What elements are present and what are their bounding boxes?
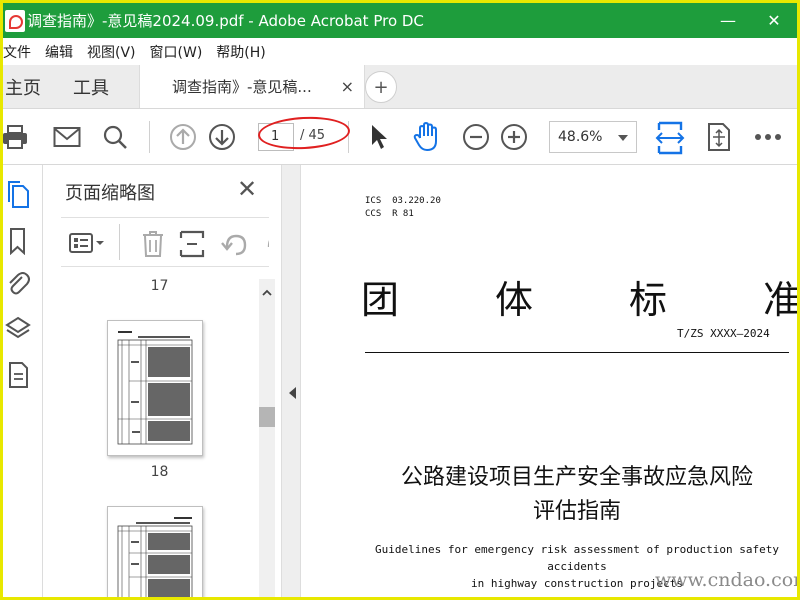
minimize-button[interactable]: — (705, 3, 751, 38)
standard-title-char: 准 (763, 269, 797, 324)
thumbnail-options-icon[interactable] (69, 232, 105, 258)
rotate-left-icon[interactable] (221, 231, 249, 261)
rotate-right-icon[interactable] (261, 231, 269, 257)
standard-title-char: 标 (628, 278, 667, 322)
title-rule (365, 352, 789, 353)
standard-code: T/ZS XXXX—2024 (677, 327, 770, 340)
panel-title: 页面缩略图 (65, 183, 155, 204)
navigation-rail (3, 165, 43, 597)
zoom-in-icon[interactable] (500, 123, 528, 151)
tab-tools[interactable]: 工具 (53, 65, 139, 108)
zoom-level-value: 48.6% (558, 129, 603, 145)
page-thumbnails-icon[interactable] (5, 181, 33, 209)
menu-file[interactable]: 文件 (3, 42, 39, 62)
close-button[interactable]: ✕ (751, 3, 797, 38)
zoom-out-icon[interactable] (462, 123, 490, 151)
insert-page-icon[interactable] (179, 230, 205, 262)
thumbnail-scrollbar[interactable] (259, 279, 275, 597)
thumbnail-page-label: 17 (150, 278, 169, 294)
ccs-code: CCS R 81 (365, 209, 414, 219)
thumbnail-page-label: 18 (150, 464, 169, 480)
fit-width-icon[interactable] (655, 121, 685, 155)
close-panel-button[interactable]: ✕ (237, 175, 257, 203)
menu-help[interactable]: 帮助(H) (210, 42, 273, 62)
scroll-up-icon[interactable] (262, 283, 272, 296)
thumbnail-page[interactable] (107, 506, 203, 597)
app-frame: 调查指南》-意见稿2024.09.pdf - Adobe Acrobat Pro… (0, 0, 800, 600)
tab-bar: 主页 工具 调查指南》-意见稿... × + (3, 65, 797, 109)
zoom-level-select[interactable]: 48.6% (549, 121, 637, 153)
ics-code: ICS 03.220.20 (365, 196, 441, 206)
email-icon[interactable] (53, 123, 81, 151)
thumbnail-list: 17 18 (61, 268, 258, 597)
hand-tool-icon[interactable] (413, 122, 441, 152)
standard-title-char: 体 (494, 278, 533, 322)
acrobat-app-icon (5, 9, 25, 32)
tags-icon[interactable] (5, 361, 33, 389)
chevron-down-icon (618, 135, 628, 141)
thumbnail-panel: 页面缩略图 ✕ 17 18 (43, 165, 281, 597)
title-zh-line: 评估指南 (532, 499, 621, 524)
menu-window[interactable]: 窗口(W) (144, 42, 211, 62)
menu-bar: 文件 编辑 视图(V) 窗口(W) 帮助(H) (3, 38, 797, 65)
bookmarks-icon[interactable] (5, 227, 33, 256)
title-zh-line: 公路建设项目生产安全事故应急风险 (400, 465, 753, 490)
main-toolbar: 1 / 45 48.6% (3, 109, 797, 165)
more-tools-icon[interactable] (754, 123, 782, 151)
scrollbar-thumb[interactable] (259, 407, 275, 427)
standard-title-char: 团 (361, 278, 400, 322)
tab-home[interactable]: 主页 (3, 65, 53, 108)
collapse-panel-icon[interactable] (289, 387, 296, 399)
menu-edit[interactable]: 编辑 (39, 42, 81, 62)
tab-document[interactable]: 调查指南》-意见稿... × (139, 65, 365, 108)
panel-splitter[interactable] (281, 165, 301, 597)
full-screen-icon[interactable] (705, 123, 733, 151)
select-cursor-icon[interactable] (365, 123, 393, 151)
next-page-icon[interactable] (208, 123, 236, 151)
document-title-zh: 公路建设项目生产安全事故应急风险 评估指南 (357, 461, 797, 529)
document-tab-label: 调查指南》-意见稿... (172, 78, 312, 96)
delete-page-icon[interactable] (141, 230, 165, 262)
watermark: www.cndao.com (655, 569, 800, 591)
layers-icon[interactable] (5, 315, 33, 343)
standard-title: 团 体 标 准 (361, 269, 797, 324)
thumbnail-page[interactable] (107, 320, 203, 456)
document-view[interactable]: ICS 03.220.20 CCS R 81 团 体 标 准 T/ZS XXXX… (301, 165, 797, 597)
previous-page-icon[interactable] (169, 123, 197, 151)
attachments-icon[interactable] (5, 269, 33, 297)
close-tab-button[interactable]: × (341, 77, 354, 96)
title-bar: 调查指南》-意见稿2024.09.pdf - Adobe Acrobat Pro… (3, 3, 797, 38)
search-icon[interactable] (101, 123, 129, 151)
print-icon[interactable] (3, 123, 29, 151)
menu-view[interactable]: 视图(V) (81, 42, 144, 62)
window-title: 调查指南》-意见稿2024.09.pdf - Adobe Acrobat Pro… (27, 12, 424, 30)
thumbnail-toolbar (61, 217, 269, 267)
new-tab-button[interactable]: + (365, 71, 397, 103)
